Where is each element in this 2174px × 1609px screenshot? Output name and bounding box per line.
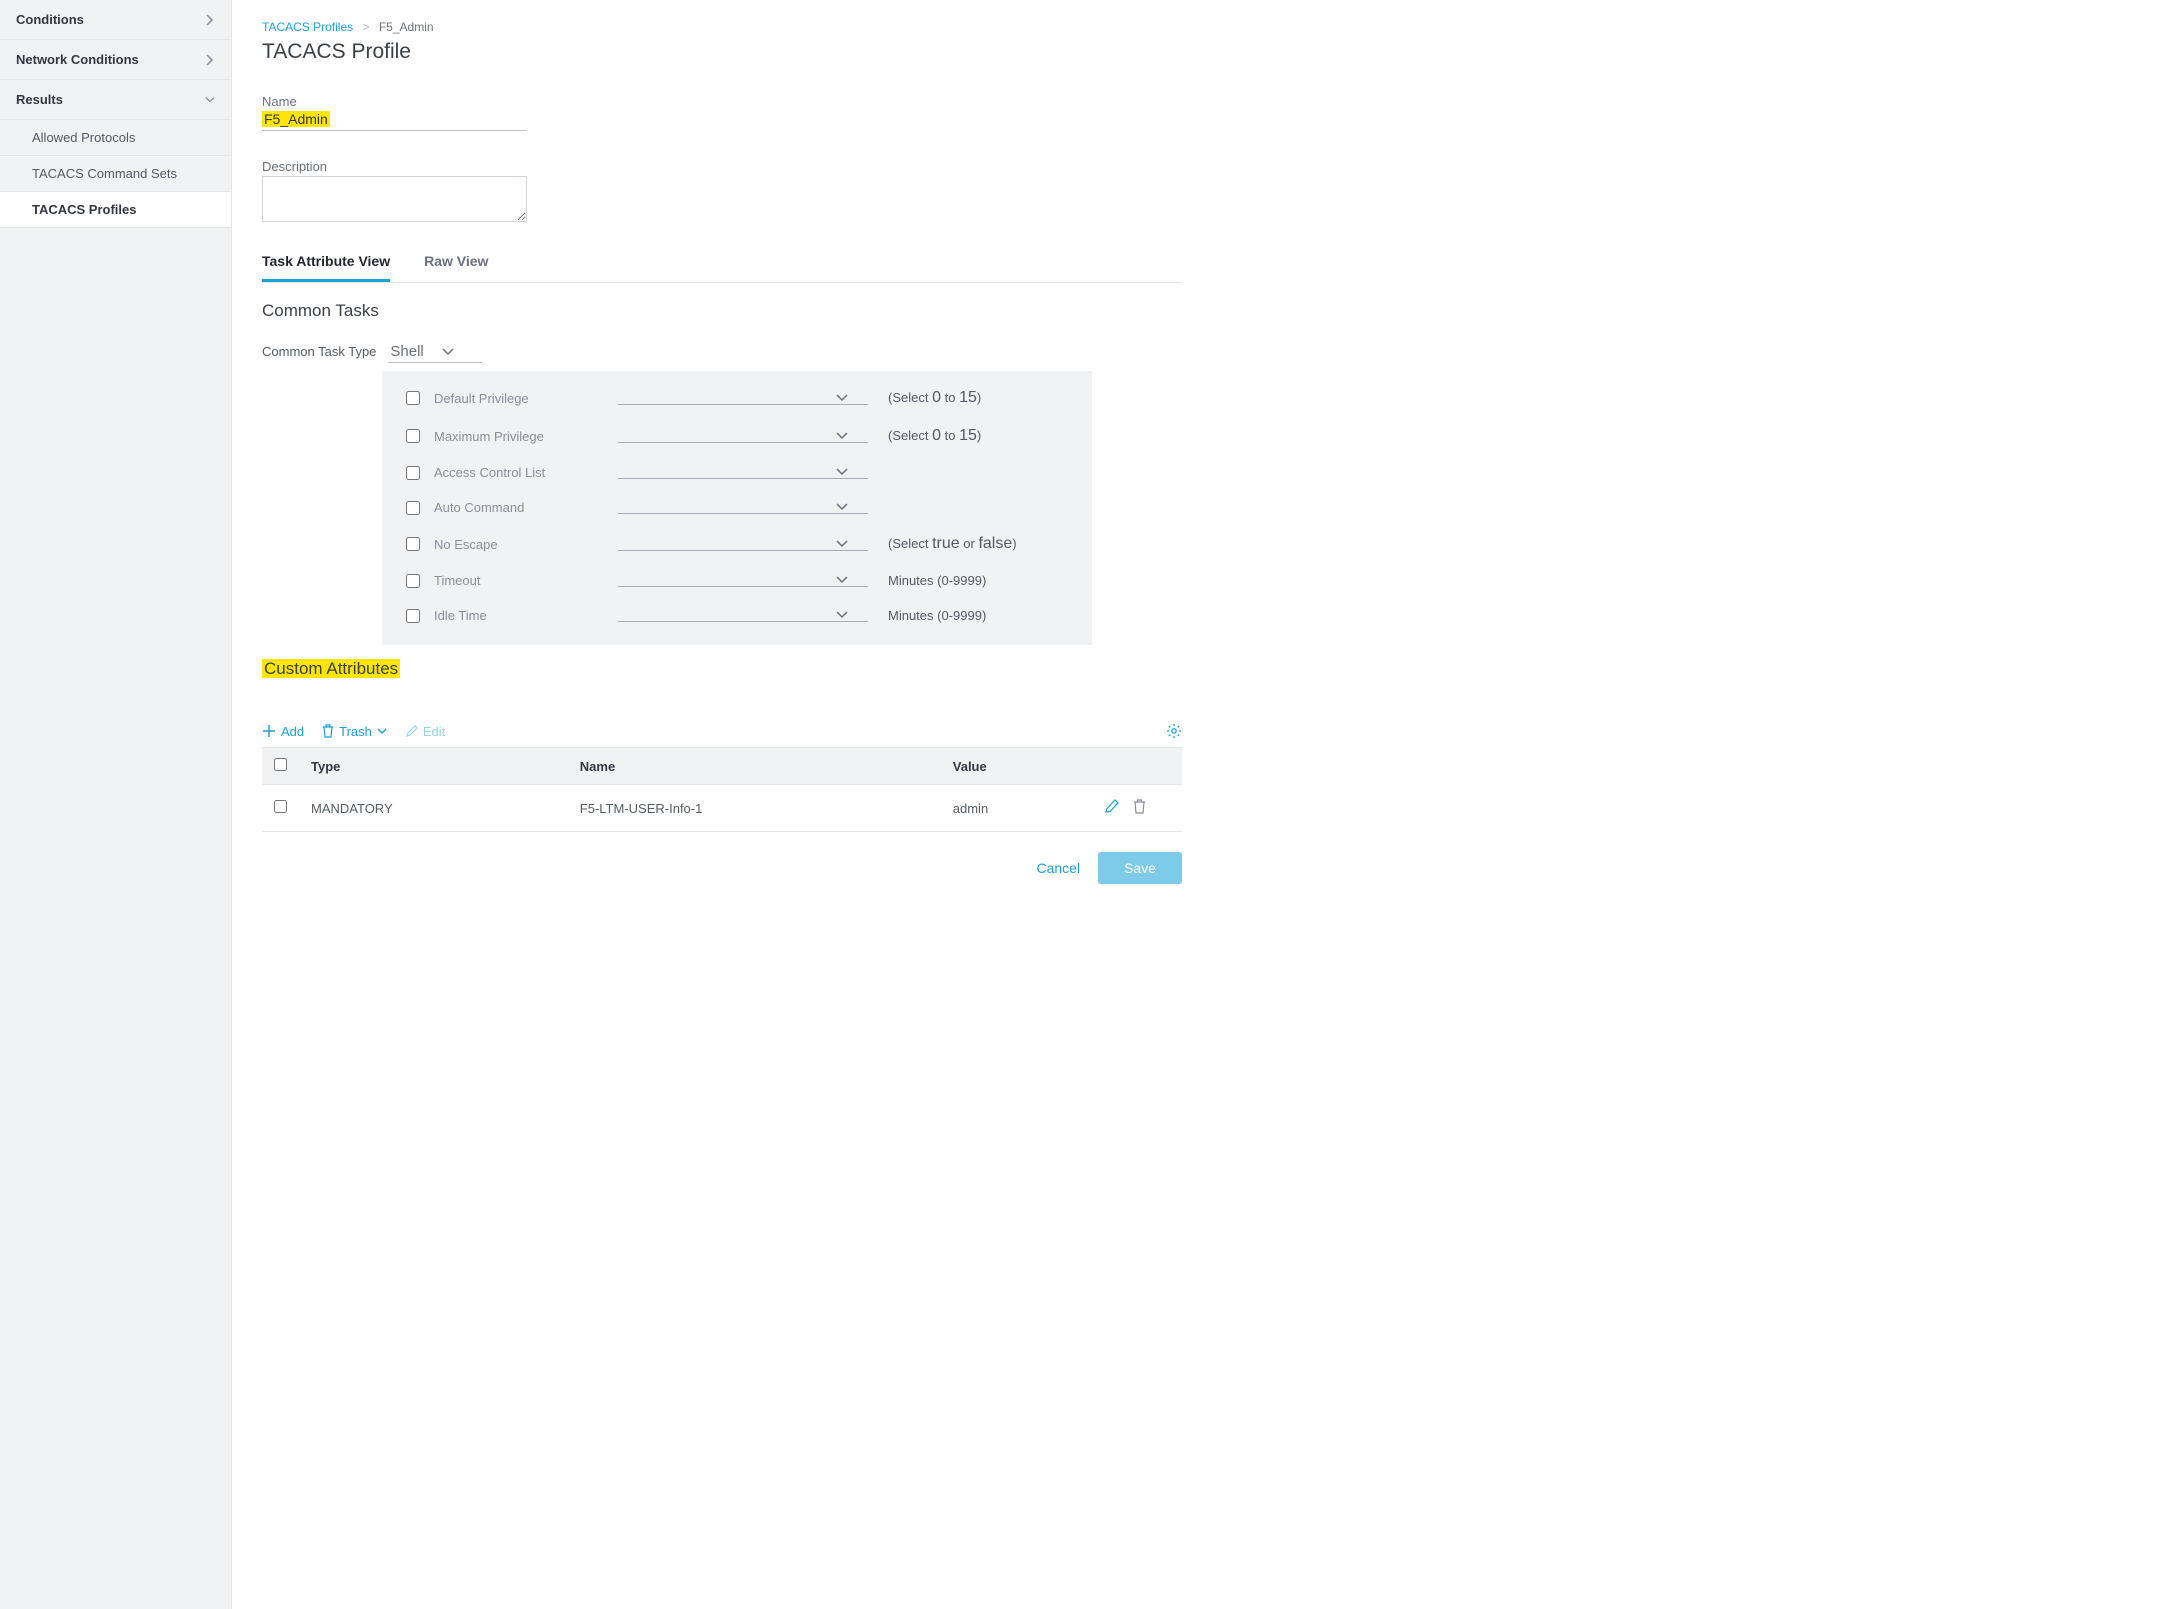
- ct-hint: Minutes (0-9999): [888, 608, 986, 623]
- plus-icon: [262, 724, 276, 738]
- add-button[interactable]: Add: [262, 724, 304, 739]
- tab-task-attribute-view[interactable]: Task Attribute View: [262, 253, 390, 282]
- breadcrumb-root[interactable]: TACACS Profiles: [262, 20, 353, 34]
- ct-label: Timeout: [434, 573, 604, 588]
- ct-hint: (Select 0 to 15): [888, 427, 981, 445]
- ct-label: Access Control List: [434, 465, 604, 480]
- chevron-right-icon: [205, 15, 215, 25]
- ct-select-timeout[interactable]: [618, 574, 868, 587]
- chevron-down-icon: [442, 348, 454, 356]
- ct-label: Idle Time: [434, 608, 604, 623]
- common-task-type-label: Common Task Type: [262, 344, 376, 359]
- ct-label: Auto Command: [434, 500, 604, 515]
- custom-attr-toolbar: Add Trash Edit: [262, 723, 1182, 739]
- ct-check-maximum-privilege[interactable]: [406, 429, 420, 443]
- ct-hint: (Select 0 to 15): [888, 389, 981, 407]
- nav-label: Results: [16, 92, 63, 107]
- ct-row-no-escape: No Escape (Select true or false): [406, 535, 1068, 553]
- row-edit-button[interactable]: [1104, 799, 1119, 814]
- ct-check-acl[interactable]: [406, 466, 420, 480]
- col-value: Value: [941, 748, 1092, 785]
- breadcrumb-current: F5_Admin: [379, 20, 434, 34]
- breadcrumb: TACACS Profiles > F5_Admin: [262, 20, 1182, 34]
- table-row: MANDATORY F5-LTM-USER-Info-1 admin: [262, 785, 1182, 832]
- ct-row-auto-command: Auto Command: [406, 500, 1068, 515]
- select-all-checkbox[interactable]: [274, 758, 287, 771]
- cancel-button[interactable]: Cancel: [1036, 860, 1080, 876]
- trash-button[interactable]: Trash: [322, 724, 387, 739]
- description-field-group: Description: [262, 159, 1182, 225]
- custom-attributes-table: Type Name Value MANDATORY F5-LTM-USER-In…: [262, 747, 1182, 832]
- ct-row-acl: Access Control List: [406, 465, 1068, 480]
- chevron-down-icon: [377, 728, 387, 735]
- common-task-type-select[interactable]: Shell: [388, 341, 481, 363]
- name-label: Name: [262, 94, 1182, 109]
- ct-label: Maximum Privilege: [434, 429, 604, 444]
- ct-select-auto-command[interactable]: [618, 501, 868, 514]
- ct-check-default-privilege[interactable]: [406, 391, 420, 405]
- common-task-type-value: Shell: [390, 343, 423, 360]
- description-input[interactable]: [262, 176, 527, 222]
- footer-actions: Cancel Save: [262, 852, 1182, 884]
- gear-icon: [1166, 723, 1182, 739]
- nav-results-children: Allowed Protocols TACACS Command Sets TA…: [0, 120, 231, 228]
- description-label: Description: [262, 159, 1182, 174]
- ct-select-default-privilege[interactable]: [618, 392, 868, 405]
- common-tasks-heading: Common Tasks: [262, 301, 1182, 321]
- ct-label: No Escape: [434, 537, 604, 552]
- cell-name: F5-LTM-USER-Info-1: [568, 785, 941, 832]
- ct-check-no-escape[interactable]: [406, 537, 420, 551]
- trash-icon: [1133, 799, 1146, 814]
- chevron-right-icon: [205, 55, 215, 65]
- name-input[interactable]: F5_Admin: [262, 111, 330, 127]
- ct-select-maximum-privilege[interactable]: [618, 430, 868, 443]
- settings-button[interactable]: [1166, 723, 1182, 739]
- cell-value: admin: [941, 785, 1092, 832]
- ct-row-timeout: Timeout Minutes (0-9999): [406, 573, 1068, 588]
- tab-raw-view[interactable]: Raw View: [424, 253, 488, 282]
- ct-select-acl[interactable]: [618, 466, 868, 479]
- custom-attributes-heading: Custom Attributes: [262, 659, 1182, 679]
- nav-conditions[interactable]: Conditions: [0, 0, 231, 40]
- edit-button[interactable]: Edit: [405, 724, 445, 739]
- nav-network-conditions[interactable]: Network Conditions: [0, 40, 231, 80]
- cell-type: MANDATORY: [299, 785, 568, 832]
- ct-label: Default Privilege: [434, 391, 604, 406]
- pencil-icon: [405, 725, 418, 738]
- pencil-icon: [1104, 799, 1119, 814]
- main-content: TACACS Profiles > F5_Admin TACACS Profil…: [232, 0, 1232, 1609]
- ct-row-maximum-privilege: Maximum Privilege (Select 0 to 15): [406, 427, 1068, 445]
- ct-hint: Minutes (0-9999): [888, 573, 986, 588]
- sidebar-item-tacacs-profiles[interactable]: TACACS Profiles: [0, 192, 231, 228]
- common-task-type-row: Common Task Type Shell: [262, 341, 1182, 363]
- view-tabs: Task Attribute View Raw View: [262, 253, 1182, 283]
- col-name: Name: [568, 748, 941, 785]
- name-field-group: Name F5_Admin: [262, 94, 1182, 131]
- col-type: Type: [299, 748, 568, 785]
- ct-row-default-privilege: Default Privilege (Select 0 to 15): [406, 389, 1068, 407]
- common-tasks-panel: Default Privilege (Select 0 to 15) Maxim…: [382, 371, 1092, 645]
- row-delete-button[interactable]: [1133, 799, 1146, 814]
- page-title: TACACS Profile: [262, 40, 1182, 64]
- sidebar-item-tacacs-command-sets[interactable]: TACACS Command Sets: [0, 156, 231, 192]
- ct-row-idle-time: Idle Time Minutes (0-9999): [406, 608, 1068, 623]
- nav-results[interactable]: Results: [0, 80, 231, 120]
- save-button[interactable]: Save: [1098, 852, 1182, 884]
- breadcrumb-separator: >: [362, 20, 369, 34]
- trash-icon: [322, 724, 334, 738]
- nav-label: Network Conditions: [16, 52, 139, 67]
- ct-select-idle-time[interactable]: [618, 609, 868, 622]
- ct-select-no-escape[interactable]: [618, 538, 868, 551]
- row-checkbox[interactable]: [274, 800, 287, 813]
- sidebar: Conditions Network Conditions Results Al…: [0, 0, 232, 1609]
- ct-check-idle-time[interactable]: [406, 609, 420, 623]
- ct-check-timeout[interactable]: [406, 574, 420, 588]
- sidebar-item-allowed-protocols[interactable]: Allowed Protocols: [0, 120, 231, 156]
- chevron-down-icon: [205, 95, 215, 105]
- ct-hint: (Select true or false): [888, 535, 1017, 553]
- ct-check-auto-command[interactable]: [406, 501, 420, 515]
- nav-label: Conditions: [16, 12, 84, 27]
